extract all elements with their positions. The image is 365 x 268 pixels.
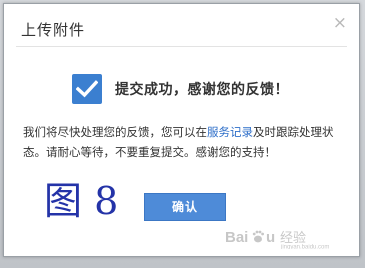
upload-attachment-dialog: 上传附件 × 提交成功，感谢您的反馈！ 我们将尽快处理您的反馈，您可以在服务记录… xyxy=(3,3,360,257)
feedback-message: 我们将尽快处理您的反馈，您可以在服务记录及时跟踪处理状态。请耐心等待，不要重复提… xyxy=(23,122,341,162)
svg-text:Bai: Bai xyxy=(225,229,248,246)
baidu-jingyan-watermark: Bai u 经验 jingyan.baidu.com xyxy=(225,225,361,251)
baidu-paw-logo-icon: Bai u 经验 jingyan.baidu.com xyxy=(225,229,329,251)
figure-annotation: 图 8 xyxy=(44,179,119,223)
service-record-link[interactable]: 服务记录 xyxy=(207,125,253,139)
svg-text:u: u xyxy=(266,229,275,246)
confirm-button[interactable]: 确认 xyxy=(144,193,226,221)
close-icon[interactable]: × xyxy=(333,15,347,32)
svg-text:jingyan.baidu.com: jingyan.baidu.com xyxy=(280,245,329,250)
title-divider xyxy=(16,46,347,47)
success-row: 提交成功，感谢您的反馈！ xyxy=(72,74,289,104)
success-message: 提交成功，感谢您的反馈！ xyxy=(115,82,289,98)
message-text-before-link: 我们将尽快处理您的反馈，您可以在 xyxy=(23,125,207,139)
dialog-title: 上传附件 xyxy=(21,21,86,39)
checkmark-icon xyxy=(72,74,102,104)
